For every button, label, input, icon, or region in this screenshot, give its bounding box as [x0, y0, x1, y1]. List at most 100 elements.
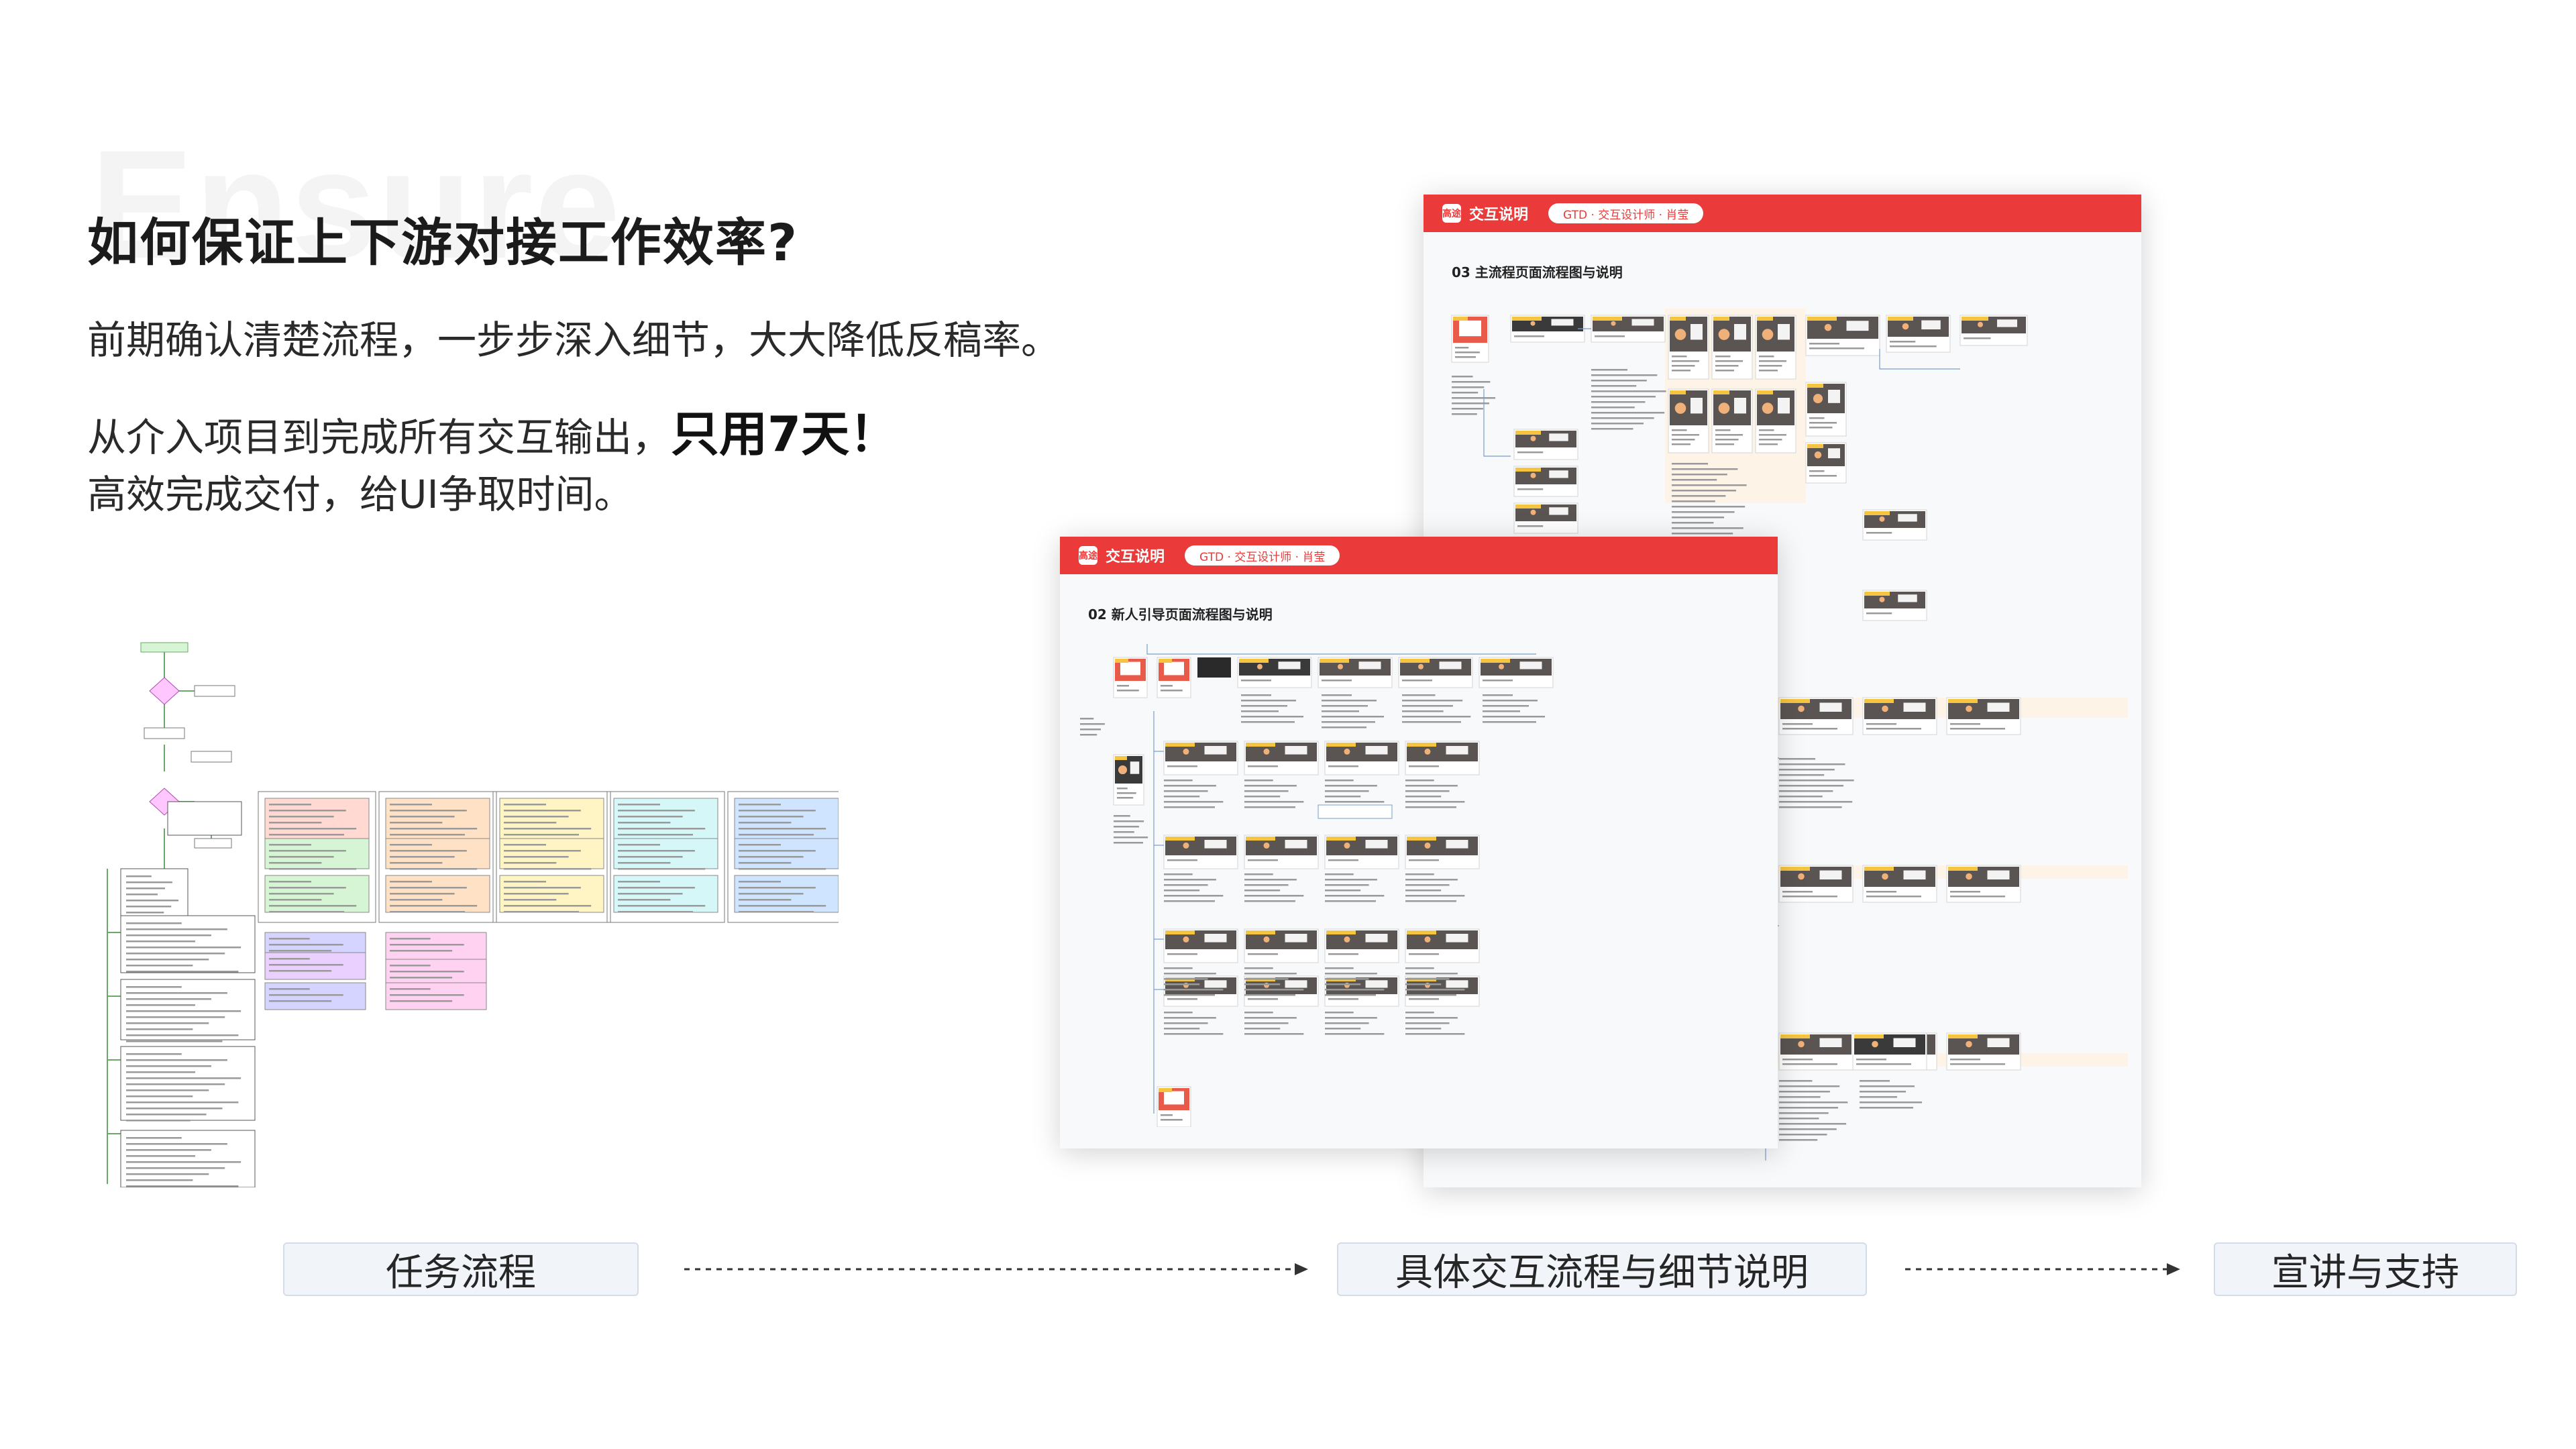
brand-logo-icon: 高途 — [1079, 546, 1097, 565]
ui-screen-thumbnail — [1113, 754, 1144, 806]
step-presentation-support: 宣讲与支持 — [2214, 1242, 2517, 1296]
ui-screen-thumbnail — [1157, 657, 1191, 698]
ui-dark-frame — [1197, 657, 1231, 678]
annotation-notes — [1402, 694, 1471, 723]
page-title: 如何保证上下游对接工作效率? — [87, 213, 799, 272]
flow-color-block — [264, 982, 366, 1010]
flow-process-node — [144, 727, 185, 739]
doc-section-title: 02 新人引导页面流程图与说明 — [1088, 606, 1273, 623]
flow-text-block — [120, 979, 256, 1042]
annotation-notes — [1325, 873, 1385, 902]
ui-screen-thumbnail — [1324, 975, 1399, 1007]
ui-screen-thumbnail — [1591, 315, 1666, 343]
connector-line — [1483, 389, 1511, 457]
flow-column — [606, 791, 725, 923]
doc-header: 高途 交互说明 GTD · 交互设计师 · 肖莹 — [1060, 537, 1778, 574]
flow-text-block — [120, 868, 189, 923]
task-flowchart-thumbnail — [107, 642, 839, 1187]
flow-text-block — [120, 915, 256, 973]
annotation-notes — [1405, 873, 1465, 902]
annotation-notes — [1322, 694, 1384, 729]
ui-screen-thumbnail — [1862, 697, 1937, 735]
ui-screen-thumbnail — [1755, 315, 1796, 380]
ui-screen-thumbnail — [1862, 865, 1937, 903]
ui-screen-thumbnail — [1244, 975, 1319, 1007]
ui-screen-thumbnail — [1244, 928, 1319, 963]
flow-color-block — [264, 952, 366, 980]
ui-screen-thumbnail — [1451, 315, 1489, 363]
ui-screen-thumbnail — [1513, 502, 1578, 534]
annotation-notes — [1779, 758, 1854, 808]
ui-screen-thumbnail — [1324, 741, 1399, 775]
step-interaction-detail: 具体交互流程与细节说明 — [1337, 1242, 1867, 1296]
flow-text-block — [120, 1046, 256, 1122]
ui-screen-thumbnail — [1163, 741, 1238, 775]
ui-screen-thumbnail — [1778, 697, 1854, 735]
ui-screen-thumbnail — [1405, 835, 1480, 869]
ui-screen-thumbnail — [1513, 429, 1578, 460]
annotation-notes — [1164, 780, 1224, 808]
canvas-footer — [1080, 1127, 1764, 1140]
ui-screen-thumbnail — [1113, 657, 1148, 698]
annotation-notes — [1325, 780, 1385, 808]
ui-screen-thumbnail — [1960, 315, 2028, 346]
ui-screen-thumbnail — [1778, 865, 1854, 903]
ui-screen-thumbnail — [1479, 657, 1554, 688]
annotation-notes — [1452, 376, 1496, 415]
doc-author-pill: GTD · 交互设计师 · 肖莹 — [1185, 545, 1340, 566]
paragraph-2-emphasis: 只用7天！ — [671, 406, 898, 462]
ui-screen-thumbnail — [1778, 1032, 1854, 1071]
intro-paragraph-1: 前期确认清楚流程，一步步深入细节，大大降低反稿率。 — [87, 317, 1061, 363]
ui-screen-thumbnail — [1244, 835, 1319, 869]
annotation-notes — [1244, 873, 1304, 902]
annotation-notes — [1164, 1012, 1224, 1035]
paragraph-2-prefix: 从介入项目到完成所有交互输出， — [87, 415, 672, 460]
annotation-notes — [1779, 1080, 1848, 1141]
dashed-arrow-icon — [684, 1263, 1308, 1275]
flow-process-node — [194, 685, 235, 697]
flow-process-node — [194, 838, 232, 849]
annotation-notes — [1241, 694, 1303, 723]
ui-screen-thumbnail — [1852, 1032, 1927, 1071]
ui-screen-thumbnail — [1244, 741, 1319, 775]
ui-screen-thumbnail — [1668, 388, 1709, 453]
doc-author-pill: GTD · 交互设计师 · 肖莹 — [1548, 203, 1704, 223]
flow-column — [258, 791, 376, 923]
flow-column — [492, 791, 611, 923]
ui-screen-thumbnail — [1510, 315, 1585, 343]
doc-section-title: 03 主流程页面流程图与说明 — [1452, 264, 1623, 280]
flow-column — [727, 791, 839, 923]
ui-screen-thumbnail — [1324, 928, 1399, 963]
doc-brand-label: 交互说明 — [1106, 549, 1165, 566]
annotation-notes — [1244, 780, 1304, 808]
annotation-notes — [1164, 873, 1224, 902]
annotation-notes — [1591, 369, 1666, 430]
ui-screen-thumbnail — [1946, 697, 2021, 735]
annotation-notes — [1325, 1012, 1385, 1035]
annotation-notes — [1405, 780, 1465, 808]
ui-screen-thumbnail — [1324, 835, 1399, 869]
brand-logo-icon: 高途 — [1442, 204, 1461, 223]
ui-screen-thumbnail — [1946, 1032, 2021, 1071]
flow-start-node — [140, 642, 189, 653]
ui-screen-thumbnail — [1755, 388, 1796, 453]
flow-column — [378, 791, 497, 923]
annotation-notes — [1860, 1080, 1922, 1109]
ui-screen-thumbnail — [1946, 865, 2021, 903]
doc-brand-label: 交互说明 — [1469, 207, 1529, 223]
intro-paragraph-3: 高效完成交付，给UI争取时间。 — [87, 472, 633, 517]
interaction-doc-onboarding-flow: 高途 交互说明 GTD · 交互设计师 · 肖莹 02 新人引导页面流程图与说明 — [1060, 537, 1778, 1148]
ui-screen-thumbnail — [1668, 315, 1709, 380]
annotation-notes — [1114, 815, 1148, 844]
ui-screen-thumbnail — [1163, 928, 1238, 963]
ui-screen-thumbnail — [1711, 388, 1753, 453]
flow-text-block — [120, 1130, 256, 1187]
ui-screen-thumbnail — [1862, 509, 1927, 541]
annotation-notes — [1483, 694, 1545, 723]
ui-screen-thumbnail — [1405, 928, 1480, 963]
connector-line — [1146, 644, 1536, 655]
ui-screen-thumbnail — [1805, 315, 1880, 356]
ui-screen-thumbnail — [1163, 975, 1238, 1007]
flow-note-block — [167, 801, 242, 836]
ui-screen-thumbnail — [1805, 382, 1847, 437]
